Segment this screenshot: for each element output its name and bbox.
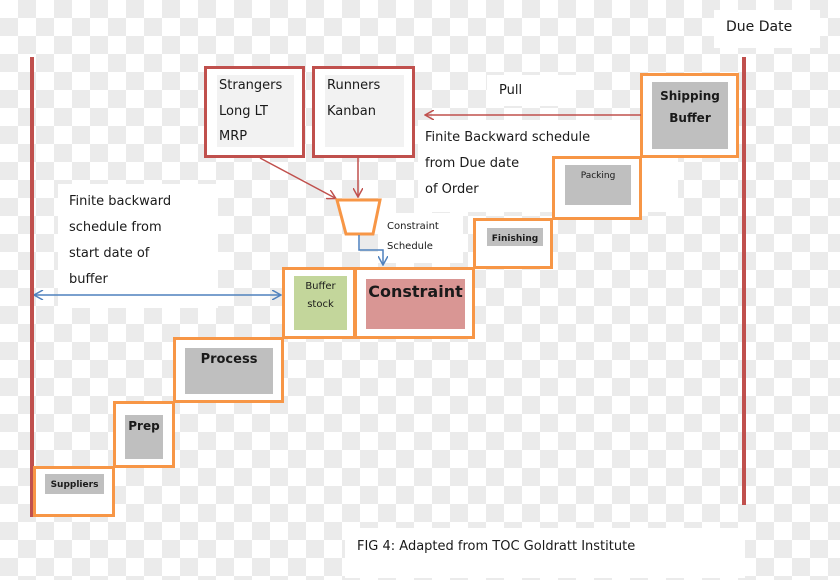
figure-caption: FIG 4: Adapted from TOC Goldratt Institu…: [357, 539, 636, 554]
constraint-schedule-arrow: [358, 235, 383, 264]
constraint-funnel-icon: [335, 198, 382, 236]
caption-panel: FIG 4: Adapted from TOC Goldratt Institu…: [345, 528, 745, 578]
strangers-to-constraint-arrow: [259, 157, 335, 198]
connectors-overlay: [0, 0, 641, 580]
